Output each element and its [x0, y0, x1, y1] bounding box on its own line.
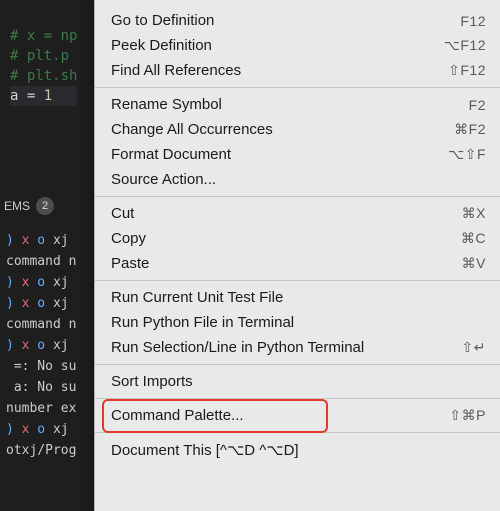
- code-line: # plt.sh: [10, 66, 77, 86]
- menu-item-label: Go to Definition: [111, 12, 460, 29]
- menu-separator: [95, 432, 500, 433]
- menu-item-label: Command Palette...: [111, 407, 449, 424]
- menu-item-document-this[interactable]: Document This [^⌥D ^⌥D]: [95, 437, 500, 462]
- menu-item-run-python-file[interactable]: Run Python File in Terminal: [95, 310, 500, 335]
- menu-item-label: Source Action...: [111, 171, 486, 188]
- menu-item-source-action[interactable]: Source Action...: [95, 167, 500, 192]
- menu-item-label: Run Current Unit Test File: [111, 289, 486, 306]
- menu-item-run-unit-test[interactable]: Run Current Unit Test File: [95, 285, 500, 310]
- menu-item-command-palette[interactable]: Command Palette... ⇧⌘P: [95, 403, 500, 428]
- menu-item-paste[interactable]: Paste ⌘V: [95, 251, 500, 276]
- code-block[interactable]: # x = np # plt.p # plt.sh a = 1: [10, 26, 77, 106]
- menu-item-label: Rename Symbol: [111, 96, 469, 113]
- menu-item-label: Cut: [111, 205, 462, 222]
- menu-item-shortcut: ⌘C: [461, 230, 486, 247]
- code-line: # x = np: [10, 26, 77, 46]
- menu-item-peek-definition[interactable]: Peek Definition ⌥F12: [95, 33, 500, 58]
- menu-item-label: Sort Imports: [111, 373, 486, 390]
- menu-item-shortcut: ⇧⌘P: [449, 407, 486, 424]
- menu-item-shortcut: ⌘F2: [454, 121, 486, 138]
- menu-item-label: Change All Occurrences: [111, 121, 454, 138]
- menu-item-label: Run Python File in Terminal: [111, 314, 486, 331]
- menu-separator: [95, 87, 500, 88]
- menu-item-sort-imports[interactable]: Sort Imports: [95, 369, 500, 394]
- menu-item-label: Run Selection/Line in Python Terminal: [111, 339, 462, 356]
- menu-item-label: Find All References: [111, 62, 448, 79]
- menu-item-shortcut: ⇧F12: [448, 62, 486, 79]
- menu-item-label: Peek Definition: [111, 37, 444, 54]
- menu-item-format-document[interactable]: Format Document ⌥⇧F: [95, 142, 500, 167]
- code-line-active: a = 1: [10, 86, 77, 106]
- menu-item-shortcut: ⌥⇧F: [448, 146, 486, 163]
- problems-count-badge: 2: [36, 197, 54, 215]
- menu-item-change-all-occurrences[interactable]: Change All Occurrences ⌘F2: [95, 117, 500, 142]
- menu-separator: [95, 196, 500, 197]
- menu-item-go-to-definition[interactable]: Go to Definition F12: [95, 8, 500, 33]
- context-menu: Go to Definition F12 Peek Definition ⌥F1…: [94, 0, 500, 511]
- menu-item-shortcut: ⌥F12: [444, 37, 486, 54]
- menu-item-copy[interactable]: Copy ⌘C: [95, 226, 500, 251]
- menu-item-shortcut: F12: [460, 13, 486, 29]
- menu-item-shortcut: ⌘X: [462, 205, 486, 222]
- menu-item-run-selection[interactable]: Run Selection/Line in Python Terminal ⇧↵: [95, 335, 500, 360]
- problems-tab-label: EMS: [4, 196, 30, 216]
- menu-separator: [95, 364, 500, 365]
- problems-tab[interactable]: EMS 2: [0, 196, 54, 216]
- menu-separator: [95, 280, 500, 281]
- menu-item-find-all-references[interactable]: Find All References ⇧F12: [95, 58, 500, 83]
- menu-item-label: Copy: [111, 230, 461, 247]
- menu-item-label: Document This [^⌥D ^⌥D]: [111, 441, 486, 459]
- menu-item-label: Format Document: [111, 146, 448, 163]
- menu-item-shortcut: ⌘V: [462, 255, 486, 272]
- menu-item-label: Paste: [111, 255, 462, 272]
- menu-item-rename-symbol[interactable]: Rename Symbol F2: [95, 92, 500, 117]
- code-line: # plt.p: [10, 46, 77, 66]
- menu-item-shortcut: F2: [469, 97, 486, 113]
- menu-separator: [95, 398, 500, 399]
- menu-item-cut[interactable]: Cut ⌘X: [95, 201, 500, 226]
- menu-item-shortcut: ⇧↵: [462, 339, 486, 356]
